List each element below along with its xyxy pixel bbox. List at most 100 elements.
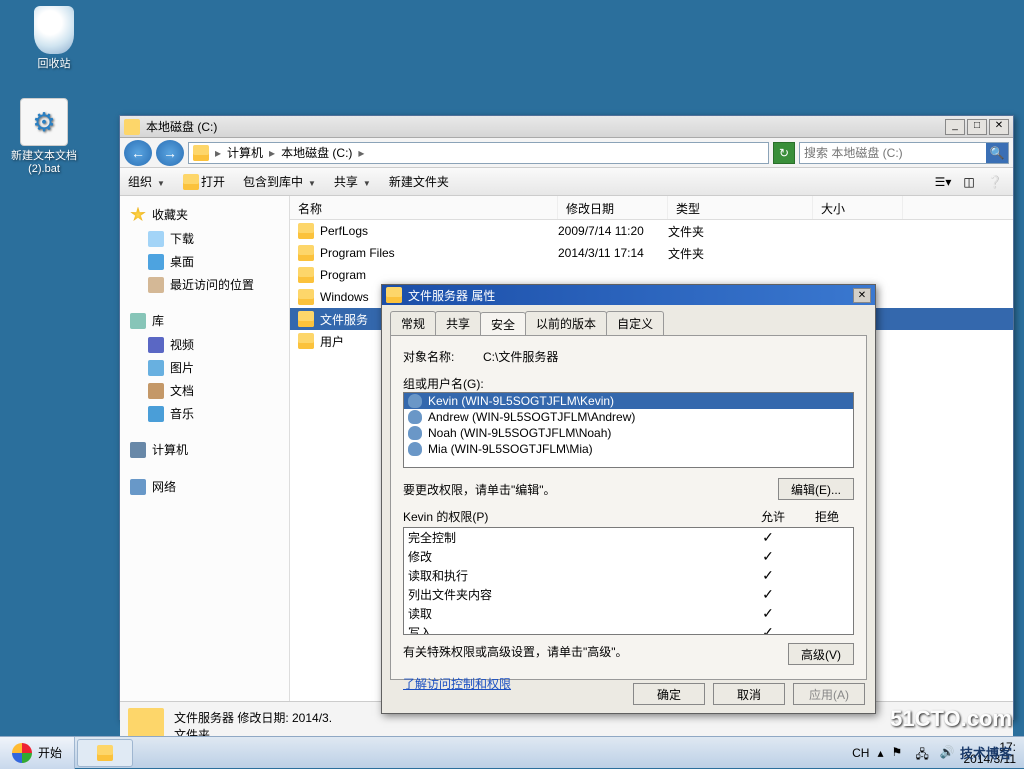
open-button[interactable]: 打开 — [183, 173, 225, 190]
sidebar: 收藏夹 下载 桌面 最近访问的位置 库 视频 图片 文档 音乐 计算机 网络 — [120, 196, 290, 701]
share-menu[interactable]: 共享 — [334, 173, 371, 190]
breadcrumb-drive[interactable]: 本地磁盘 (C:) — [281, 144, 352, 161]
user-icon — [408, 394, 422, 408]
user-name: Noah (WIN-9L5SOGTJFLM\Noah) — [428, 426, 611, 440]
address-bar[interactable]: ▸ 计算机 ▸ 本地磁盘 (C:) ▸ — [188, 142, 769, 164]
user-icon — [408, 426, 422, 440]
properties-dialog: 文件服务器 属性 ✕ 常规 共享 安全 以前的版本 自定义 对象名称: C:\文… — [381, 284, 876, 714]
organize-menu[interactable]: 组织 — [128, 173, 165, 190]
close-button[interactable]: ✕ — [989, 119, 1009, 135]
user-row[interactable]: Kevin (WIN-9L5SOGTJFLM\Kevin) — [404, 393, 853, 409]
sidebar-favorites[interactable]: 收藏夹 — [120, 202, 289, 227]
col-date[interactable]: 修改日期 — [558, 196, 668, 219]
tab-previous-versions[interactable]: 以前的版本 — [525, 311, 607, 335]
view-options-button[interactable]: ☰▾ — [933, 172, 953, 192]
permission-row[interactable]: 修改✓ — [404, 547, 853, 566]
user-name: Mia (WIN-9L5SOGTJFLM\Mia) — [428, 442, 593, 456]
permission-row[interactable]: 列出文件夹内容✓ — [404, 585, 853, 604]
user-row[interactable]: Noah (WIN-9L5SOGTJFLM\Noah) — [404, 425, 853, 441]
bat-file[interactable]: 新建文本文档 (2).bat — [6, 98, 82, 176]
file-type: 文件夹 — [668, 223, 813, 240]
tab-custom[interactable]: 自定义 — [606, 311, 664, 335]
permission-list[interactable]: 完全控制✓修改✓读取和执行✓列出文件夹内容✓读取✓写入✓ — [403, 527, 854, 635]
file-name: PerfLogs — [320, 224, 368, 238]
tab-body: 对象名称: C:\文件服务器 组或用户名(G): Kevin (WIN-9L5S… — [390, 335, 867, 680]
permission-row[interactable]: 读取和执行✓ — [404, 566, 853, 585]
picture-icon — [148, 360, 164, 376]
back-button[interactable]: ← — [124, 140, 152, 166]
file-row[interactable]: Program — [290, 264, 1013, 286]
network-icon[interactable]: 🖧 — [916, 745, 932, 761]
nav-bar: ← → ▸ 计算机 ▸ 本地磁盘 (C:) ▸ ↻ 🔍 — [120, 138, 1013, 168]
sidebar-computer[interactable]: 计算机 — [120, 437, 289, 462]
user-row[interactable]: Andrew (WIN-9L5SOGTJFLM\Andrew) — [404, 409, 853, 425]
explorer-titlebar[interactable]: 本地磁盘 (C:) _ □ ✕ — [120, 116, 1013, 138]
sidebar-documents[interactable]: 文档 — [120, 379, 289, 402]
start-button[interactable]: 开始 — [0, 737, 75, 769]
sidebar-downloads[interactable]: 下载 — [120, 227, 289, 250]
permission-row[interactable]: 读取✓ — [404, 604, 853, 623]
sidebar-network[interactable]: 网络 — [120, 474, 289, 499]
col-size[interactable]: 大小 — [813, 196, 903, 219]
refresh-button[interactable]: ↻ — [773, 142, 795, 164]
forward-button[interactable]: → — [156, 140, 184, 166]
permission-row[interactable]: 写入✓ — [404, 623, 853, 635]
permission-row[interactable]: 完全控制✓ — [404, 528, 853, 547]
perm-allow: ✓ — [741, 529, 795, 546]
perm-name: 列出文件夹内容 — [408, 586, 741, 603]
language-indicator[interactable]: CH — [852, 746, 869, 760]
file-row[interactable]: PerfLogs2009/7/14 11:20文件夹 — [290, 220, 1013, 242]
action-center-icon[interactable]: ⚑ — [892, 745, 908, 761]
file-type: 文件夹 — [668, 245, 813, 262]
file-name: 用户 — [320, 333, 344, 350]
sidebar-libraries[interactable]: 库 — [120, 308, 289, 333]
cancel-button[interactable]: 取消 — [713, 683, 785, 705]
tab-general[interactable]: 常规 — [390, 311, 436, 335]
sidebar-desktop[interactable]: 桌面 — [120, 250, 289, 273]
file-row[interactable]: Program Files2014/3/11 17:14文件夹 — [290, 242, 1013, 264]
ok-button[interactable]: 确定 — [633, 683, 705, 705]
volume-icon[interactable]: 🔊 — [940, 745, 956, 761]
tab-security[interactable]: 安全 — [480, 312, 526, 336]
music-icon — [148, 406, 164, 422]
sidebar-recent[interactable]: 最近访问的位置 — [120, 273, 289, 296]
folder-icon — [298, 289, 314, 305]
col-type[interactable]: 类型 — [668, 196, 813, 219]
sidebar-pictures[interactable]: 图片 — [120, 356, 289, 379]
user-list[interactable]: Kevin (WIN-9L5SOGTJFLM\Kevin)Andrew (WIN… — [403, 392, 854, 468]
include-menu[interactable]: 包含到库中 — [243, 173, 316, 190]
perm-allow: ✓ — [741, 567, 795, 584]
computer-icon — [130, 442, 146, 458]
folder-icon — [183, 174, 199, 190]
breadcrumb-computer[interactable]: 计算机 — [227, 144, 263, 161]
minimize-button[interactable]: _ — [945, 119, 965, 135]
tray-caret-icon[interactable]: ▴ — [877, 746, 883, 760]
allow-header: 允许 — [746, 508, 800, 525]
edit-button[interactable]: 编辑(E)... — [778, 478, 854, 500]
advanced-button[interactable]: 高级(V) — [788, 643, 854, 665]
dialog-close-button[interactable]: ✕ — [853, 288, 871, 303]
help-button[interactable]: ❔ — [985, 172, 1005, 192]
preview-pane-button[interactable]: ◫ — [959, 172, 979, 192]
sidebar-videos[interactable]: 视频 — [120, 333, 289, 356]
folder-icon — [386, 287, 402, 303]
taskbar-explorer[interactable] — [77, 739, 133, 767]
tab-share[interactable]: 共享 — [435, 311, 481, 335]
new-folder-button[interactable]: 新建文件夹 — [389, 173, 449, 190]
search-input[interactable] — [800, 146, 986, 160]
search-button[interactable]: 🔍 — [986, 143, 1008, 163]
perm-allow: ✓ — [741, 548, 795, 565]
user-icon — [408, 442, 422, 456]
folder-icon — [298, 223, 314, 239]
dialog-titlebar[interactable]: 文件服务器 属性 ✕ — [382, 285, 875, 305]
watermark: 51CTO.com — [890, 706, 1012, 732]
recycle-bin-icon — [34, 6, 74, 54]
search-bar[interactable]: 🔍 — [799, 142, 1009, 164]
recycle-bin[interactable]: 回收站 — [16, 6, 92, 71]
sidebar-music[interactable]: 音乐 — [120, 402, 289, 425]
apply-button[interactable]: 应用(A) — [793, 683, 865, 705]
window-title: 本地磁盘 (C:) — [146, 118, 945, 135]
user-row[interactable]: Mia (WIN-9L5SOGTJFLM\Mia) — [404, 441, 853, 457]
maximize-button[interactable]: □ — [967, 119, 987, 135]
col-name[interactable]: 名称 — [290, 196, 558, 219]
